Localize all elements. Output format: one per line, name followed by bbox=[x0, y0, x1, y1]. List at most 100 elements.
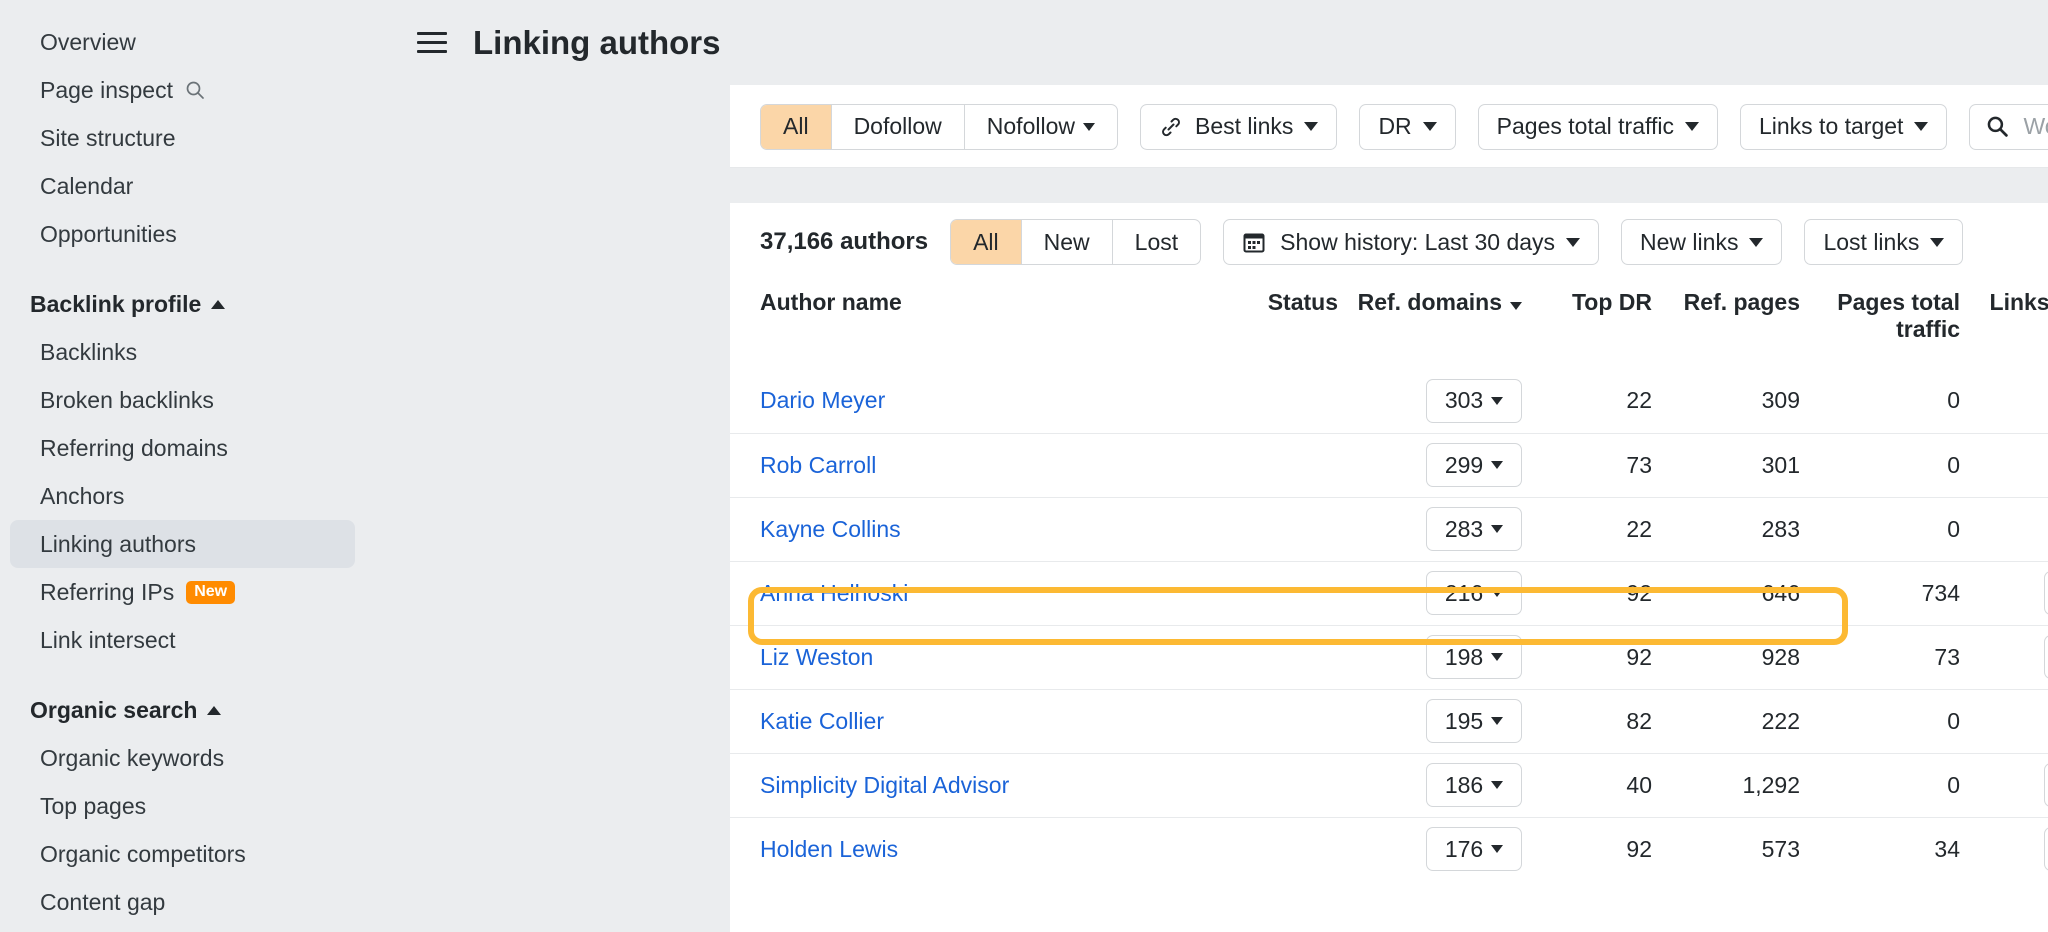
column-header-top-dr[interactable]: Top DR bbox=[1534, 281, 1652, 369]
cell-status bbox=[1210, 433, 1338, 497]
sidebar-item-anchors[interactable]: Anchors bbox=[10, 472, 355, 520]
search-field[interactable] bbox=[1969, 104, 2048, 150]
cell-links-to-target[interactable]: 283 bbox=[1960, 497, 2048, 561]
author-link[interactable]: Katie Collier bbox=[760, 708, 884, 734]
author-link[interactable]: Liz Weston bbox=[760, 644, 873, 670]
table-row[interactable]: Liz Weston 198 92 928 73 3,995 +68 −1 bbox=[730, 625, 2048, 689]
ref-domains-dropdown[interactable]: 195 bbox=[1426, 699, 1522, 743]
follow-filter-segmented[interactable]: All Dofollow Nofollow bbox=[760, 104, 1118, 150]
links-to-target-dropdown[interactable]: 4,321 bbox=[2044, 571, 2048, 615]
sidebar-item-organic-competitors[interactable]: Organic competitors bbox=[10, 830, 355, 878]
cell-author-name[interactable]: Kayne Collins bbox=[730, 497, 1210, 561]
ref-domains-dropdown[interactable]: 299 bbox=[1426, 443, 1522, 487]
link-icon bbox=[1159, 115, 1183, 139]
sidebar-item-organic-keywords[interactable]: Organic keywords bbox=[10, 734, 355, 782]
pages-total-traffic-filter[interactable]: Pages total traffic bbox=[1478, 104, 1718, 150]
table-row[interactable]: Simplicity Digital Advisor 186 40 1,292 … bbox=[730, 753, 2048, 817]
dr-filter[interactable]: DR bbox=[1359, 104, 1455, 150]
show-history-filter[interactable]: Show history: Last 30 days bbox=[1223, 219, 1599, 265]
links-to-target-dropdown[interactable]: 3,908 bbox=[2044, 827, 2048, 871]
table-row[interactable]: Anna Helhoski 216 92 646 734 4,321 +134 bbox=[730, 561, 2048, 625]
sidebar-group-backlink-profile[interactable]: Backlink profile bbox=[0, 280, 365, 328]
author-link[interactable]: Kayne Collins bbox=[760, 516, 901, 542]
hamburger-icon[interactable] bbox=[417, 26, 447, 59]
sidebar-item-backlinks[interactable]: Backlinks bbox=[10, 328, 355, 376]
ref-domains-dropdown[interactable]: 216 bbox=[1426, 571, 1522, 615]
cell-links-to-target[interactable]: 3,995 bbox=[1960, 625, 2048, 689]
sidebar-item-opportunities[interactable]: Opportunities bbox=[10, 210, 355, 258]
links-to-target-filter[interactable]: Links to target bbox=[1740, 104, 1947, 150]
sidebar-item-calendar[interactable]: Calendar bbox=[10, 162, 355, 210]
ref-domains-dropdown[interactable]: 176 bbox=[1426, 827, 1522, 871]
chevron-down-icon bbox=[1491, 781, 1503, 789]
cell-links-to-target[interactable]: 222 bbox=[1960, 689, 2048, 753]
author-link[interactable]: Rob Carroll bbox=[760, 452, 876, 478]
table-row[interactable]: Holden Lewis 176 92 573 34 3,908 +102 bbox=[730, 817, 2048, 881]
author-link[interactable]: Holden Lewis bbox=[760, 836, 898, 862]
cell-ref-domains[interactable]: 283 bbox=[1338, 497, 1534, 561]
sidebar-item-top-pages[interactable]: Top pages bbox=[10, 782, 355, 830]
cell-author-name[interactable]: Dario Meyer bbox=[730, 369, 1210, 433]
cell-ref-domains[interactable]: 216 bbox=[1338, 561, 1534, 625]
cell-links-to-target[interactable]: 309 bbox=[1960, 369, 2048, 433]
column-header-links-to-target[interactable]: Links to target bbox=[1960, 281, 2048, 369]
cell-ref-domains[interactable]: 176 bbox=[1338, 817, 1534, 881]
sidebar-item-link-intersect[interactable]: Link intersect bbox=[10, 616, 355, 664]
cell-ref-domains[interactable]: 198 bbox=[1338, 625, 1534, 689]
column-header-pages-total-traffic[interactable]: Pages total traffic bbox=[1800, 281, 1960, 369]
status-filter-new[interactable]: New bbox=[1022, 220, 1113, 264]
sidebar-item-page-inspect[interactable]: Page inspect bbox=[10, 66, 355, 114]
cell-ref-domains[interactable]: 186 bbox=[1338, 753, 1534, 817]
status-filter-segmented[interactable]: All New Lost bbox=[950, 219, 1201, 265]
column-header-status[interactable]: Status bbox=[1210, 281, 1338, 369]
cell-status bbox=[1210, 369, 1338, 433]
sidebar-item-overview[interactable]: Overview bbox=[10, 18, 355, 66]
author-link[interactable]: Anna Helhoski bbox=[760, 580, 908, 606]
new-links-filter[interactable]: New links bbox=[1621, 219, 1782, 265]
cell-author-name[interactable]: Holden Lewis bbox=[730, 817, 1210, 881]
cell-author-name[interactable]: Rob Carroll bbox=[730, 433, 1210, 497]
ref-domains-dropdown[interactable]: 186 bbox=[1426, 763, 1522, 807]
table-row[interactable]: Katie Collier 195 82 222 0 222 +5 bbox=[730, 689, 2048, 753]
filter-nofollow[interactable]: Nofollow bbox=[965, 105, 1117, 149]
lost-links-filter[interactable]: Lost links bbox=[1804, 219, 1963, 265]
filter-dofollow[interactable]: Dofollow bbox=[832, 105, 965, 149]
cell-ref-domains[interactable]: 299 bbox=[1338, 433, 1534, 497]
links-to-target-dropdown[interactable]: 3,995 bbox=[2044, 635, 2048, 679]
sidebar-item-referring-ips[interactable]: Referring IPs New bbox=[10, 568, 355, 616]
sidebar-item-linking-authors[interactable]: Linking authors bbox=[10, 520, 355, 568]
sidebar-item-site-structure[interactable]: Site structure bbox=[10, 114, 355, 162]
sidebar-item-broken-backlinks[interactable]: Broken backlinks bbox=[10, 376, 355, 424]
cell-author-name[interactable]: Anna Helhoski bbox=[730, 561, 1210, 625]
table-row[interactable]: Kayne Collins 283 22 283 0 283 bbox=[730, 497, 2048, 561]
cell-author-name[interactable]: Simplicity Digital Advisor bbox=[730, 753, 1210, 817]
filter-all[interactable]: All bbox=[761, 105, 832, 149]
cell-links-to-target[interactable]: 4,321 bbox=[1960, 561, 2048, 625]
cell-ref-domains[interactable]: 303 bbox=[1338, 369, 1534, 433]
cell-author-name[interactable]: Liz Weston bbox=[730, 625, 1210, 689]
cell-top-dr: 92 bbox=[1534, 561, 1652, 625]
table-row[interactable]: Dario Meyer 303 22 309 0 309 +5 bbox=[730, 369, 2048, 433]
cell-author-name[interactable]: Katie Collier bbox=[730, 689, 1210, 753]
ref-domains-dropdown[interactable]: 283 bbox=[1426, 507, 1522, 551]
cell-links-to-target[interactable]: 304 bbox=[1960, 433, 2048, 497]
ref-domains-dropdown[interactable]: 198 bbox=[1426, 635, 1522, 679]
sidebar-group-organic-search[interactable]: Organic search bbox=[0, 686, 365, 734]
author-link[interactable]: Simplicity Digital Advisor bbox=[760, 772, 1009, 798]
status-filter-lost[interactable]: Lost bbox=[1113, 220, 1200, 264]
author-link[interactable]: Dario Meyer bbox=[760, 387, 885, 413]
table-row[interactable]: Rob Carroll 299 73 301 0 304 bbox=[730, 433, 2048, 497]
cell-ref-domains[interactable]: 195 bbox=[1338, 689, 1534, 753]
sidebar-item-content-gap[interactable]: Content gap bbox=[10, 878, 355, 926]
ref-domains-dropdown[interactable]: 303 bbox=[1426, 379, 1522, 423]
column-header-ref-domains[interactable]: Ref. domains bbox=[1338, 281, 1534, 369]
links-to-target-dropdown[interactable]: 2,703 bbox=[2044, 763, 2048, 807]
best-links-filter[interactable]: Best links bbox=[1140, 104, 1337, 150]
column-header-author-name[interactable]: Author name bbox=[730, 281, 1210, 369]
column-header-ref-pages[interactable]: Ref. pages bbox=[1652, 281, 1800, 369]
sidebar-item-referring-domains[interactable]: Referring domains bbox=[10, 424, 355, 472]
search-input[interactable] bbox=[2023, 113, 2048, 140]
status-filter-all[interactable]: All bbox=[951, 220, 1022, 264]
cell-links-to-target[interactable]: 3,908 bbox=[1960, 817, 2048, 881]
cell-links-to-target[interactable]: 2,703 bbox=[1960, 753, 2048, 817]
